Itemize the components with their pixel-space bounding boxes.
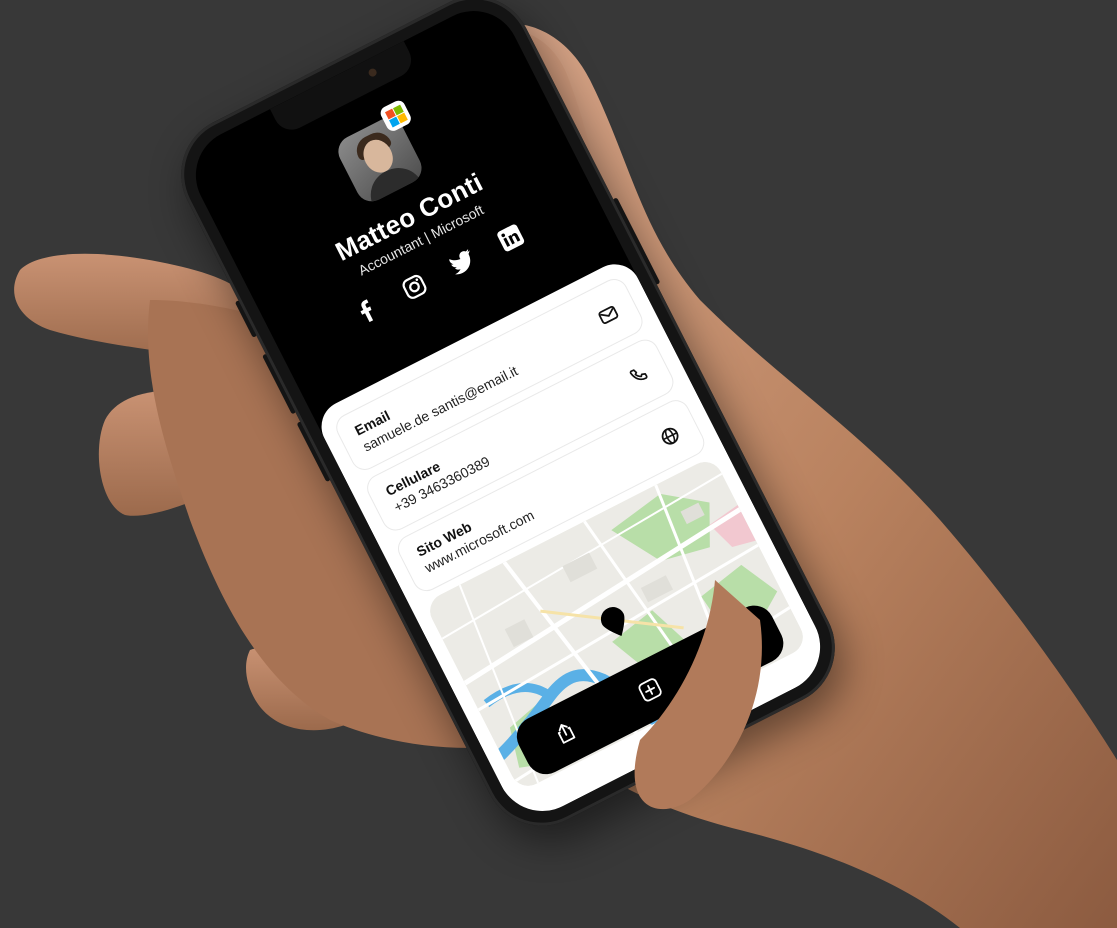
avatar-container xyxy=(332,98,428,207)
qr-code-icon xyxy=(722,634,747,660)
add-contact-button[interactable] xyxy=(629,668,672,711)
scene: Matteo Conti Accountant | Microsoft Emai… xyxy=(0,0,1117,928)
facebook-icon[interactable] xyxy=(349,294,384,329)
share-icon xyxy=(558,723,576,744)
twitter-icon[interactable] xyxy=(445,245,480,280)
qr-code-button[interactable] xyxy=(713,625,756,668)
add-contact-icon xyxy=(638,678,662,702)
share-button[interactable] xyxy=(544,711,587,754)
instagram-icon[interactable] xyxy=(397,269,432,304)
camera-icon xyxy=(367,67,378,78)
linkedin-icon[interactable] xyxy=(493,220,528,255)
avatar[interactable] xyxy=(332,112,428,207)
